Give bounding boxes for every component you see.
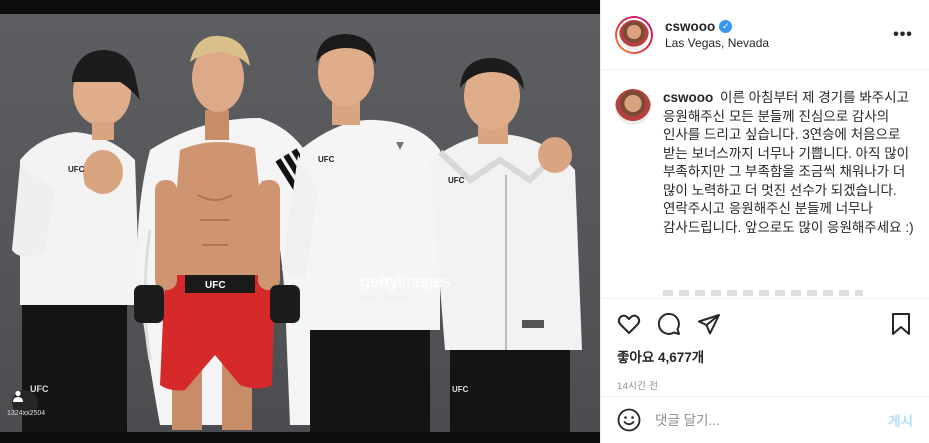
person-right-cornerman: UFC UFC: [430, 58, 582, 432]
person-left-cornerman: UFC UFC: [12, 50, 140, 432]
svg-text:UFC: UFC: [68, 165, 85, 174]
user-tag-icon: [13, 390, 23, 402]
svg-text:UFC: UFC: [452, 385, 469, 394]
verified-badge-icon: ✓: [719, 20, 733, 33]
comment-input[interactable]: [655, 412, 889, 428]
more-options-icon[interactable]: •••: [891, 26, 915, 44]
comment-bubble-icon[interactable]: [657, 312, 681, 336]
instagram-post-viewer: UFC UFC UFC UFC UFC UFC gettyimages Mike…: [0, 0, 929, 443]
add-comment-bar: 게시: [601, 396, 929, 443]
paper-plane-icon[interactable]: [697, 312, 721, 336]
next-comment-preview: [663, 290, 863, 296]
post-location[interactable]: Las Vegas, Nevada: [665, 36, 891, 50]
photo-id-watermark: 1324xx2504: [7, 410, 46, 417]
caption-text: 이른 아침부터 제 경기를 봐주시고 응원해주신 모든 분들께 진심으로 감사의…: [663, 90, 914, 235]
svg-text:UFC: UFC: [318, 155, 335, 164]
getty-watermark: gettyimages Mike Roach: [360, 272, 510, 316]
bookmark-icon[interactable]: [889, 312, 913, 336]
post-actions: 좋아요 4,677개 14시간 전: [601, 298, 929, 392]
caption-username[interactable]: cswooo: [663, 90, 713, 105]
photo-credit: Mike Roach: [360, 293, 408, 303]
caption-comment: cswooo 이른 아침부터 제 경기를 봐주시고 응원해주신 모든 분들께 진…: [615, 89, 915, 237]
fighters-illustration: UFC UFC UFC UFC UFC UFC: [12, 34, 582, 432]
post-photo[interactable]: UFC UFC UFC UFC UFC UFC gettyimages Mike…: [0, 0, 600, 443]
comments-section[interactable]: cswooo 이른 아침부터 제 경기를 봐주시고 응원해주신 모든 분들께 진…: [601, 71, 929, 298]
post-timestamp[interactable]: 14시간 전: [617, 378, 913, 392]
post-side-panel: cswooo ✓ Las Vegas, Nevada ••• cswooo 이른…: [600, 0, 929, 443]
heart-icon[interactable]: [617, 312, 641, 336]
caption-avatar[interactable]: [615, 89, 651, 125]
svg-text:UFC: UFC: [448, 176, 465, 185]
shorts-logo: UFC: [205, 280, 226, 291]
post-comment-button[interactable]: 게시: [888, 410, 913, 430]
getty-logo: gettyimages: [360, 272, 450, 291]
caption-body: cswooo 이른 아침부터 제 경기를 봐주시고 응원해주신 모든 분들께 진…: [663, 89, 915, 237]
author-avatar[interactable]: [615, 15, 653, 54]
author-username[interactable]: cswooo: [665, 19, 715, 34]
post-header: cswooo ✓ Las Vegas, Nevada •••: [601, 0, 929, 70]
likes-count[interactable]: 좋아요 4,677개: [617, 346, 913, 366]
smiley-icon[interactable]: [617, 408, 641, 432]
